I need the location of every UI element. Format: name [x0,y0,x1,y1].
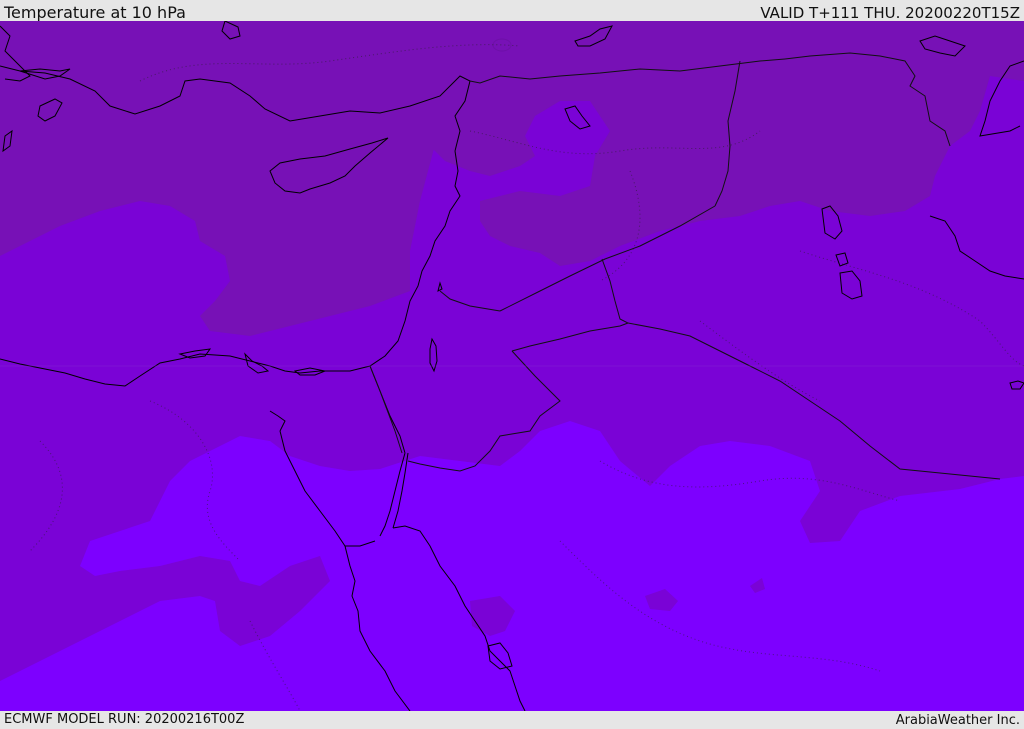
valid-time-label: VALID T+111 THU. 20200220T15Z [760,4,1020,22]
model-run-label: ECMWF MODEL RUN: 20200216T00Z [4,712,245,727]
footer-bar: ECMWF MODEL RUN: 20200216T00Z ArabiaWeat… [0,711,1024,729]
credit-label: ArabiaWeather Inc. [895,713,1020,728]
temperature-map [0,21,1024,711]
map-frame: Temperature at 10 hPa VALID T+111 THU. 2… [0,0,1024,729]
temperature-spot [492,38,512,52]
map-title: Temperature at 10 hPa [4,3,186,22]
header-bar: Temperature at 10 hPa VALID T+111 THU. 2… [0,0,1024,22]
